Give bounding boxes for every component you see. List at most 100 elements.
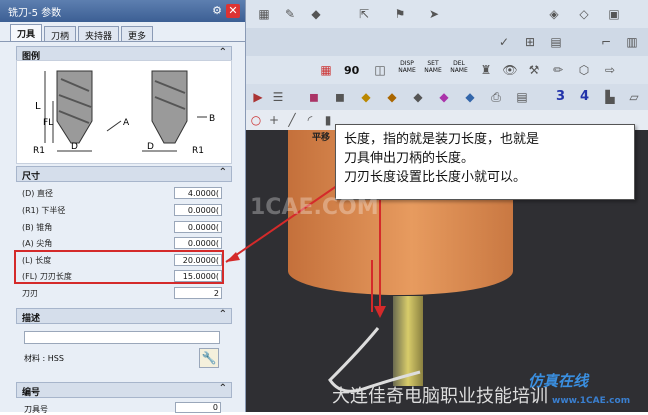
feature-icon[interactable]: ▣ xyxy=(606,6,622,22)
param-input-lower-radius[interactable]: 0.0000( xyxy=(174,204,222,216)
cube-icon[interactable]: ◆ xyxy=(410,89,426,105)
param-row-diameter: (D) 直径 4.0000( xyxy=(22,186,222,200)
section-description[interactable]: 描述 ⌃ xyxy=(16,308,232,324)
section-dimensions[interactable]: 尺寸 ⌃ xyxy=(16,166,232,182)
pencil-icon[interactable]: ✏ xyxy=(550,62,566,78)
bracket-icon[interactable]: ◫ xyxy=(372,62,388,78)
select-icon[interactable]: ⇱ xyxy=(356,6,372,22)
settings-icon[interactable]: ⚙ xyxy=(210,4,224,18)
close-icon[interactable]: ✕ xyxy=(226,4,240,18)
list-icon[interactable]: ☰ xyxy=(270,89,286,105)
tool-number-input[interactable]: 0 xyxy=(175,402,221,413)
tab-bar: 刀具 刀柄 夹持器 更多 xyxy=(0,22,245,42)
feature-icon[interactable]: ◇ xyxy=(576,6,592,22)
param-label: (R1) 下半径 xyxy=(22,205,66,215)
toolbar-row-1: ▦ ✎ ◆ ⇱ ⚑ ➤ ◈ ◇ ▣ xyxy=(246,0,648,28)
tool-parameters-panel: 铣刀-5 参数 ⚙ ✕ 刀具 刀柄 夹持器 更多 图例 ⌃ L FL D R1 … xyxy=(0,0,246,414)
cube-icon[interactable]: ◼ xyxy=(332,89,348,105)
rotate-90-button[interactable]: 90 xyxy=(344,64,359,77)
section-dimensions-label: 尺寸 xyxy=(22,172,41,182)
wrench-icon[interactable]: 🔧 xyxy=(199,348,219,368)
grid-icon[interactable]: ▦ xyxy=(318,62,334,78)
chevron-up-icon[interactable]: ⌃ xyxy=(219,383,227,394)
callout-line: 刀具伸出刀柄的长度。 xyxy=(344,151,475,166)
block-icon[interactable]: ▮ xyxy=(320,112,336,128)
plane-icon[interactable]: ▥ xyxy=(624,34,640,50)
panel-titlebar: 铣刀-5 参数 ⚙ ✕ xyxy=(0,0,245,22)
annotation-callout: 长度，指的就是装刀长度，也就是 刀具伸出刀柄的长度。 刀刃长度设置比长度小就可以… xyxy=(335,124,635,200)
toolbar-row-3: ▦ 90 ◫ DISP NAME SET NAME DEL NAME ♜ 👁 ⚒… xyxy=(246,56,648,84)
cube-icon[interactable]: ◼ xyxy=(306,89,322,105)
shape-icon[interactable]: ⬡ xyxy=(576,62,592,78)
check-icon[interactable]: ✓ xyxy=(496,34,512,50)
flag-icon[interactable]: ⚑ xyxy=(392,6,408,22)
tab-more[interactable]: 更多 xyxy=(121,26,154,42)
tool-shank xyxy=(393,296,423,386)
bracket-icon[interactable]: ⌐ xyxy=(598,34,614,50)
cube-icon[interactable]: ◆ xyxy=(436,89,452,105)
watermark-site: www.1CAE.com xyxy=(552,396,631,406)
callout-line: 刀刃长度设置比长度小就可以。 xyxy=(344,170,527,185)
plus-icon[interactable]: + xyxy=(266,112,282,128)
view-pan-label: 平移 xyxy=(312,133,331,143)
arrow-icon[interactable]: ➤ xyxy=(426,6,442,22)
tab-holder[interactable]: 刀柄 xyxy=(44,26,77,42)
callout-line: 长度，指的就是装刀长度，也就是 xyxy=(344,132,540,147)
tab-tool[interactable]: 刀具 xyxy=(10,24,43,41)
param-input-flutes[interactable]: 2 xyxy=(174,287,222,299)
param-row-flutes: 刀刃 2 xyxy=(22,286,222,300)
watermark-corner: 仿真在线 xyxy=(528,372,589,390)
diagram-label-B: B xyxy=(209,114,215,124)
bottle-icon[interactable]: ♜ xyxy=(478,62,494,78)
view-3-button[interactable]: 3 xyxy=(556,89,565,104)
param-row-lower-radius: (R1) 下半径 0.0000( xyxy=(22,203,222,217)
feature-icon[interactable]: ◈ xyxy=(546,6,562,22)
param-input-diameter[interactable]: 4.0000( xyxy=(174,187,222,199)
edit-icon[interactable]: ✎ xyxy=(282,6,298,22)
chevron-up-icon[interactable]: ⌃ xyxy=(219,309,227,320)
cube-icon[interactable]: ◆ xyxy=(384,89,400,105)
param-label: (D) 直径 xyxy=(22,188,53,198)
cube-icon[interactable]: ◆ xyxy=(462,89,478,105)
material-label: 材料 : HSS xyxy=(24,354,64,363)
line-icon[interactable]: ╱ xyxy=(284,112,300,128)
circle-icon[interactable]: ○ xyxy=(248,112,264,128)
param-label: (B) 锥角 xyxy=(22,222,53,232)
param-input-tip-angle[interactable]: 0.0000( xyxy=(174,237,222,249)
disp-name-button[interactable]: DISP NAME xyxy=(396,60,418,74)
cube-icon[interactable]: ◆ xyxy=(358,89,374,105)
set-name-button[interactable]: SET NAME xyxy=(422,60,444,74)
param-label: (A) 尖角 xyxy=(22,238,53,248)
box-icon[interactable]: ▤ xyxy=(548,34,564,50)
diagram-label-R1b: R1 xyxy=(192,146,204,156)
diagram-label-D2: D xyxy=(147,142,154,152)
param-label: 刀刃 xyxy=(22,288,38,298)
chart-icon[interactable]: ▙ xyxy=(602,89,618,105)
tab-clamp[interactable]: 夹持器 xyxy=(78,26,120,42)
chevron-up-icon[interactable]: ⌃ xyxy=(219,47,227,58)
section-numbering[interactable]: 编号 ⌃ xyxy=(16,382,232,398)
view-4-button[interactable]: 4 xyxy=(580,89,589,104)
chevron-up-icon[interactable]: ⌃ xyxy=(219,167,227,178)
section-numbering-label: 编号 xyxy=(22,388,41,398)
eye-icon[interactable]: 👁 xyxy=(502,62,518,78)
diagram-label-L: L xyxy=(35,101,41,112)
param-input-taper-angle[interactable]: 0.0000( xyxy=(174,221,222,233)
curve-icon[interactable]: ◜ xyxy=(302,112,318,128)
plane-icon[interactable]: ▱ xyxy=(626,89,642,105)
diagram-label-D: D xyxy=(71,142,78,152)
param-row-tip-angle: (A) 尖角 0.0000( xyxy=(22,236,222,250)
printer-icon[interactable]: ⎙ xyxy=(488,89,504,105)
wrench-icon[interactable]: ⚒ xyxy=(526,62,542,78)
pointer-arrow xyxy=(371,260,373,312)
description-input[interactable] xyxy=(24,331,220,344)
highlight-box xyxy=(14,250,224,284)
grid-icon[interactable]: ⊞ xyxy=(522,34,538,50)
report-icon[interactable]: ▤ xyxy=(514,89,530,105)
toolpath-icon[interactable]: ▶ xyxy=(250,89,266,105)
del-name-button[interactable]: DEL NAME xyxy=(448,60,470,74)
watermark-center: 1CAE.COM xyxy=(250,195,379,220)
shape-icon[interactable]: ◆ xyxy=(308,6,324,22)
arrow-right-icon[interactable]: ⇨ xyxy=(602,62,618,78)
tool-icon[interactable]: ▦ xyxy=(256,6,272,22)
